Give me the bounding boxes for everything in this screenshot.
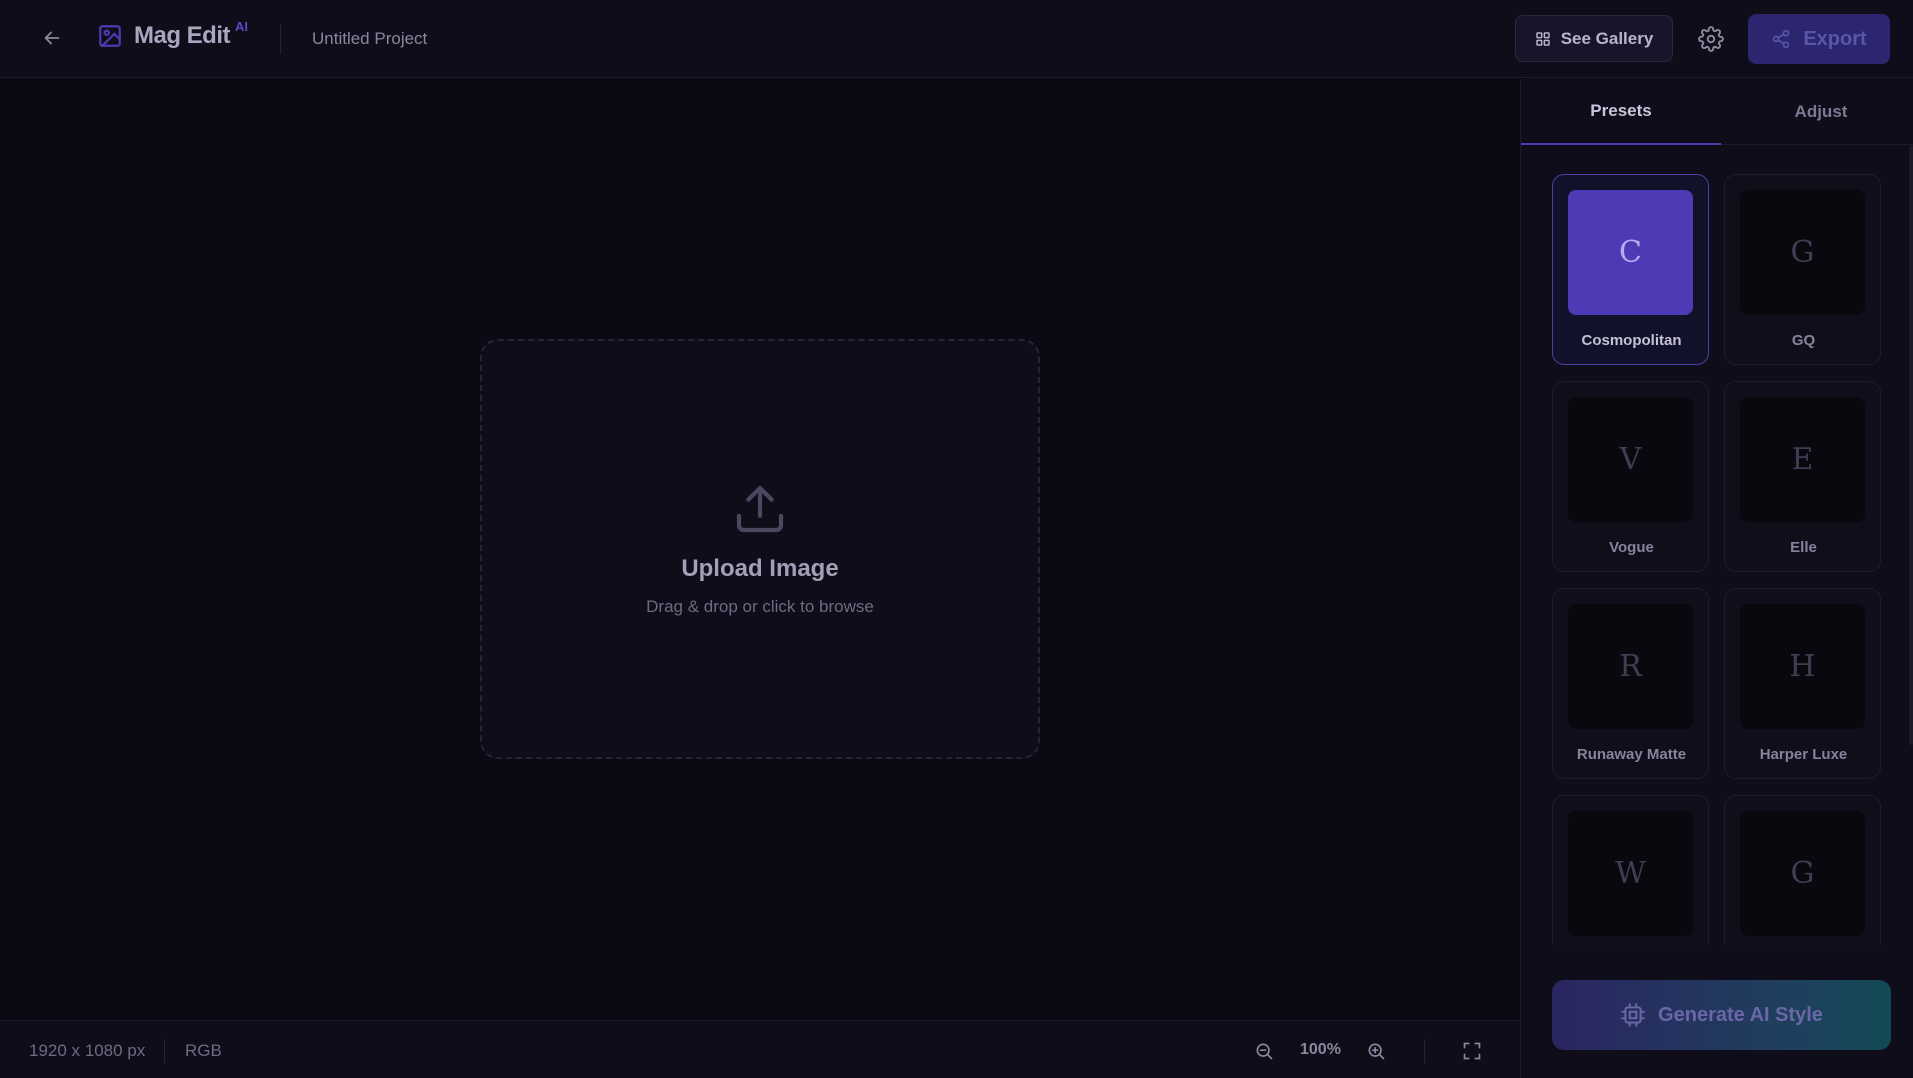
zoom-out-button[interactable] <box>1252 1039 1276 1063</box>
settings-button[interactable] <box>1696 24 1726 54</box>
preset-name: Vogue <box>1609 539 1654 556</box>
tab-adjust[interactable]: Adjust <box>1721 79 1913 145</box>
generate-ai-style-label: Generate AI Style <box>1658 1003 1823 1026</box>
zoom-level: 100% <box>1300 1041 1341 1058</box>
share-icon <box>1772 29 1790 49</box>
preset-card-vogue[interactable]: V Vogue <box>1552 381 1709 572</box>
preset-card-g[interactable]: G <box>1724 795 1881 945</box>
preset-thumbnail: H <box>1740 604 1865 729</box>
preset-card-cosmopolitan[interactable]: C Cosmopolitan <box>1552 174 1709 365</box>
status-divider <box>1424 1039 1425 1063</box>
tab-presets[interactable]: Presets <box>1521 79 1721 145</box>
preset-thumbnail: R <box>1568 604 1693 729</box>
preset-card-runaway-matte[interactable]: R Runaway Matte <box>1552 588 1709 779</box>
header-divider <box>280 24 281 54</box>
image-icon <box>96 22 124 50</box>
gear-icon <box>1698 26 1724 52</box>
preset-thumbnail: V <box>1568 397 1693 522</box>
status-bar: 1920 x 1080 px RGB 100% <box>0 1020 1520 1078</box>
preset-thumbnail: G <box>1740 190 1865 315</box>
preset-name: Elle <box>1790 539 1817 556</box>
ai-badge: AI <box>235 18 248 34</box>
zoom-in-icon <box>1368 1043 1385 1060</box>
upload-subtitle: Drag & drop or click to browse <box>646 597 874 616</box>
preset-name: Harper Luxe <box>1759 746 1848 763</box>
canvas-area: Upload Image Drag & drop or click to bro… <box>0 79 1520 1020</box>
project-title[interactable]: Untitled Project <box>312 29 427 49</box>
back-button[interactable] <box>38 24 66 52</box>
zoom-out-icon <box>1256 1043 1273 1060</box>
panel-tabs: Presets Adjust <box>1521 79 1913 145</box>
preset-thumbnail: C <box>1568 190 1693 315</box>
app-logo: Mag Edit AI <box>96 18 248 50</box>
upload-dropzone[interactable]: Upload Image Drag & drop or click to bro… <box>480 339 1040 759</box>
preset-thumbnail: G <box>1740 811 1865 936</box>
preset-grid: C Cosmopolitan G GQ V Vogue E Elle R Run… <box>1521 145 1913 945</box>
export-label: Export <box>1803 27 1867 50</box>
export-button[interactable]: Export <box>1748 14 1890 64</box>
upload-title: Upload Image <box>681 555 839 582</box>
preset-card-elle[interactable]: E Elle <box>1724 381 1881 572</box>
app-name: Mag Edit <box>134 22 231 49</box>
preset-thumbnail: E <box>1740 397 1865 522</box>
preset-name: GQ <box>1791 332 1816 349</box>
zoom-in-button[interactable] <box>1364 1039 1388 1063</box>
preset-card-w[interactable]: W <box>1552 795 1709 945</box>
app-window: Mag Edit AI Untitled Project See Gallery… <box>0 0 1913 1078</box>
preset-name: Cosmopolitan <box>1581 332 1682 349</box>
see-gallery-label: See Gallery <box>1560 28 1654 48</box>
status-divider <box>164 1039 165 1063</box>
arrow-left-icon <box>44 31 60 45</box>
preset-thumbnail: W <box>1568 811 1693 936</box>
fullscreen-button[interactable] <box>1460 1039 1484 1063</box>
grid-icon <box>1535 31 1550 46</box>
preset-scrollbar[interactable] <box>1909 145 1913 745</box>
see-gallery-button[interactable]: See Gallery <box>1515 15 1673 62</box>
generate-ai-style-button[interactable]: Generate AI Style <box>1552 980 1891 1050</box>
upload-icon <box>736 485 784 533</box>
chip-icon <box>1621 1003 1645 1027</box>
top-bar: Mag Edit AI Untitled Project See Gallery… <box>0 0 1913 78</box>
image-dimensions: 1920 x 1080 px <box>29 1041 146 1060</box>
preset-card-gq[interactable]: G GQ <box>1724 174 1881 365</box>
preset-name: Runaway Matte <box>1576 746 1687 763</box>
right-panel: Presets Adjust C Cosmopolitan G GQ V Vog… <box>1520 79 1913 1078</box>
color-mode: RGB <box>185 1041 222 1060</box>
preset-card-harper-luxe[interactable]: H Harper Luxe <box>1724 588 1881 779</box>
fullscreen-icon <box>1463 1042 1481 1060</box>
